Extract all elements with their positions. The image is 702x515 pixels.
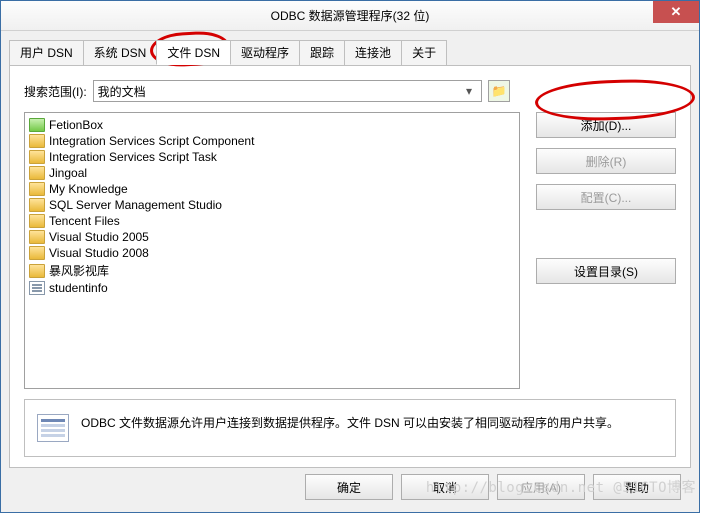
dsn-list[interactable]: FetionBox Integration Services Script Com… bbox=[24, 112, 520, 389]
help-button[interactable]: 帮助 bbox=[593, 474, 681, 500]
configure-button[interactable]: 配置(C)... bbox=[536, 184, 676, 210]
list-item[interactable]: Integration Services Script Task bbox=[27, 149, 517, 165]
tab-5[interactable]: 连接池 bbox=[344, 40, 402, 65]
list-item[interactable]: studentinfo bbox=[27, 280, 517, 296]
list-item[interactable]: Tencent Files bbox=[27, 213, 517, 229]
tab-3[interactable]: 驱动程序 bbox=[230, 40, 300, 65]
folder-icon bbox=[29, 150, 45, 164]
list-item-label: My Knowledge bbox=[49, 182, 128, 196]
search-row: 搜索范围(I): 我的文档 ▾ 📁 bbox=[24, 80, 676, 102]
search-scope-combo[interactable]: 我的文档 ▾ bbox=[93, 80, 482, 102]
tab-1[interactable]: 系统 DSN bbox=[83, 40, 158, 65]
ok-button[interactable]: 确定 bbox=[305, 474, 393, 500]
cancel-button[interactable]: 取消 bbox=[401, 474, 489, 500]
folder-icon bbox=[29, 246, 45, 260]
list-item[interactable]: Visual Studio 2005 bbox=[27, 229, 517, 245]
folder-icon bbox=[29, 182, 45, 196]
folder-icon bbox=[29, 214, 45, 228]
remove-button[interactable]: 删除(R) bbox=[536, 148, 676, 174]
list-item-label: 暴风影视库 bbox=[49, 262, 109, 279]
list-item[interactable]: FetionBox bbox=[27, 117, 517, 133]
content-area: 用户 DSN系统 DSN文件 DSN驱动程序跟踪连接池关于 搜索范围(I): 我… bbox=[1, 31, 699, 512]
tab-2[interactable]: 文件 DSN bbox=[156, 40, 231, 65]
list-item[interactable]: Visual Studio 2008 bbox=[27, 245, 517, 261]
folder-up-button[interactable]: 📁 bbox=[488, 80, 510, 102]
list-item-label: Integration Services Script Component bbox=[49, 134, 254, 148]
list-item-label: Visual Studio 2008 bbox=[49, 246, 149, 260]
list-item[interactable]: 暴风影视库 bbox=[27, 261, 517, 280]
set-directory-button[interactable]: 设置目录(S) bbox=[536, 258, 676, 284]
tab-4[interactable]: 跟踪 bbox=[299, 40, 345, 65]
datasource-icon bbox=[37, 414, 69, 442]
info-text: ODBC 文件数据源允许用户连接到数据提供程序。文件 DSN 可以由安装了相同驱… bbox=[81, 414, 619, 432]
tab-strip: 用户 DSN系统 DSN文件 DSN驱动程序跟踪连接池关于 bbox=[9, 40, 691, 66]
list-item-label: Tencent Files bbox=[49, 214, 120, 228]
apply-button[interactable]: 应用(A) bbox=[497, 474, 585, 500]
list-item-label: FetionBox bbox=[49, 118, 103, 132]
chevron-down-icon: ▾ bbox=[461, 84, 477, 98]
tab-panel-file-dsn: 搜索范围(I): 我的文档 ▾ 📁 FetionBox Integration S… bbox=[9, 65, 691, 468]
list-item-label: Jingoal bbox=[49, 166, 87, 180]
folder-icon bbox=[29, 134, 45, 148]
list-item-label: Visual Studio 2005 bbox=[49, 230, 149, 244]
folder-icon bbox=[29, 230, 45, 244]
folder-icon bbox=[29, 264, 45, 278]
tab-0[interactable]: 用户 DSN bbox=[9, 40, 84, 65]
search-label: 搜索范围(I): bbox=[24, 83, 87, 100]
list-item[interactable]: Jingoal bbox=[27, 165, 517, 181]
tab-6[interactable]: 关于 bbox=[401, 40, 447, 65]
list-item-label: Integration Services Script Task bbox=[49, 150, 217, 164]
search-scope-value: 我的文档 bbox=[98, 83, 146, 100]
folder-icon bbox=[29, 118, 45, 132]
side-buttons: 添加(D)... 删除(R) 配置(C)... 设置目录(S) bbox=[536, 112, 676, 389]
folder-up-icon: 📁 bbox=[492, 84, 507, 98]
file-icon bbox=[29, 281, 45, 295]
add-button[interactable]: 添加(D)... bbox=[536, 112, 676, 138]
dialog-button-row: 确定 取消 应用(A) 帮助 bbox=[9, 468, 691, 506]
list-item-label: SQL Server Management Studio bbox=[49, 198, 222, 212]
window-title: ODBC 数据源管理程序(32 位) bbox=[271, 7, 430, 24]
list-item[interactable]: SQL Server Management Studio bbox=[27, 197, 517, 213]
titlebar: ODBC 数据源管理程序(32 位) ✕ bbox=[1, 1, 699, 31]
close-button[interactable]: ✕ bbox=[653, 1, 699, 23]
folder-icon bbox=[29, 166, 45, 180]
folder-icon bbox=[29, 198, 45, 212]
body-row: FetionBox Integration Services Script Com… bbox=[24, 112, 676, 389]
list-item[interactable]: Integration Services Script Component bbox=[27, 133, 517, 149]
list-item-label: studentinfo bbox=[49, 281, 108, 295]
odbc-admin-window: ODBC 数据源管理程序(32 位) ✕ 用户 DSN系统 DSN文件 DSN驱… bbox=[0, 0, 700, 513]
list-item[interactable]: My Knowledge bbox=[27, 181, 517, 197]
info-box: ODBC 文件数据源允许用户连接到数据提供程序。文件 DSN 可以由安装了相同驱… bbox=[24, 399, 676, 457]
